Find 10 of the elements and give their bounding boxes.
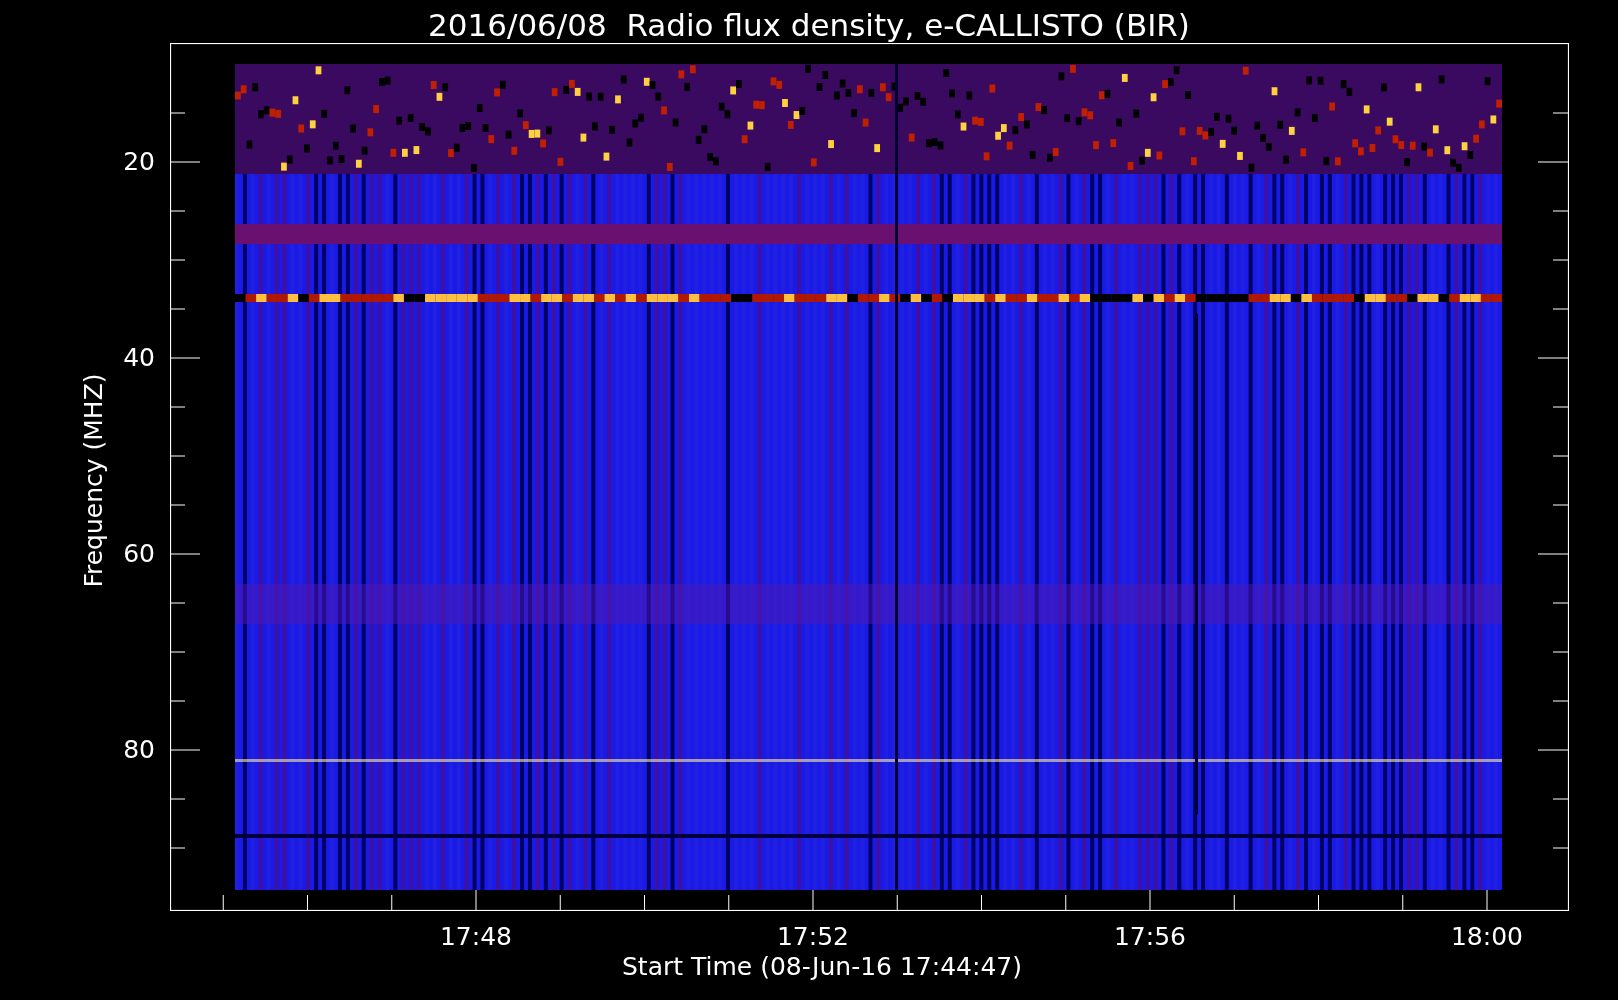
y-tick-label: 40 xyxy=(122,345,155,370)
x-tick-label: 17:52 xyxy=(775,924,850,949)
y-tick-label: 20 xyxy=(122,149,155,174)
chart-title: 2016/06/08 Radio flux density, e-CALLISTO (BIR) xyxy=(427,6,1191,45)
x-tick-label: 17:56 xyxy=(1112,924,1187,949)
y-tick-label: 80 xyxy=(122,737,155,762)
x-tick-label: 18:00 xyxy=(1449,924,1524,949)
y-axis-label: Frequency (MHZ) xyxy=(80,372,106,588)
x-axis-label: Start Time (08-Jun-16 17:44:47) xyxy=(622,954,1022,979)
x-tick-label: 17:48 xyxy=(438,924,513,949)
